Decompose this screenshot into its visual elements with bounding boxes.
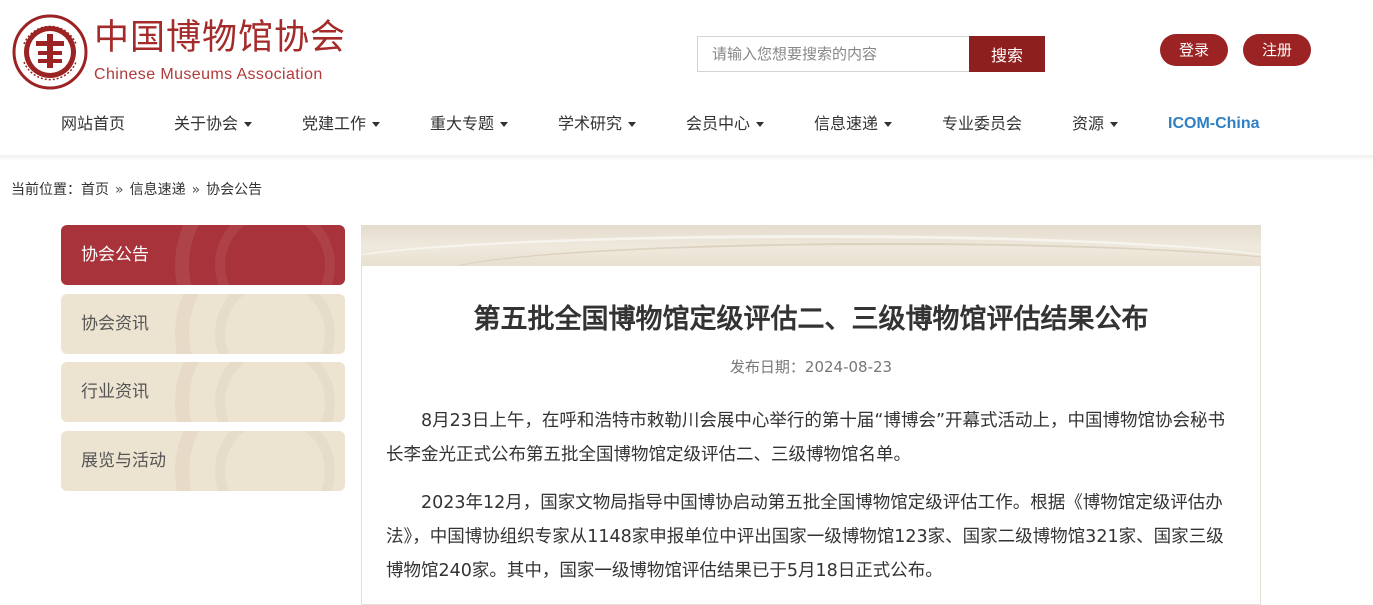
caret-down-icon — [884, 122, 893, 127]
search-input[interactable] — [697, 36, 969, 72]
nav-item-label: 专业委员会 — [942, 114, 1023, 133]
search-button[interactable]: 搜索 — [969, 36, 1045, 72]
nav-item-label: 会员中心 — [686, 114, 751, 133]
sidebar-item-association-news[interactable]: 协会资讯 — [61, 294, 345, 354]
decorative-pattern — [215, 225, 335, 285]
nav-item-home[interactable]: 网站首页 — [61, 104, 125, 144]
sidebar-item-label: 行业资讯 — [81, 382, 149, 402]
nav-item-committees[interactable]: 专业委员会 — [942, 104, 1022, 144]
decorative-pattern — [215, 294, 335, 354]
nav-item-label: 学术研究 — [558, 114, 623, 133]
nav-item-label: 资源 — [1072, 114, 1105, 133]
caret-down-icon — [756, 122, 765, 127]
nav-item-label: 网站首页 — [61, 114, 126, 133]
site-subtitle[interactable]: Chinese Museums Association — [94, 65, 323, 85]
nav-item-resources[interactable]: 资源 — [1072, 104, 1119, 144]
article-banner — [361, 225, 1261, 266]
breadcrumb: 当前位置：首页 » 信息速递 » 协会公告 — [11, 180, 262, 200]
breadcrumb-prefix: 当前位置： — [11, 182, 81, 198]
header-divider — [0, 155, 1373, 161]
nav-item-about[interactable]: 关于协会 — [174, 104, 253, 144]
article-paragraph: 8月23日上午，在呼和浩特市敕勒川会展中心举行的第十届“博博会”开幕式活动上，中… — [386, 411, 1226, 465]
nav-item-label: ICOM-China — [1168, 115, 1260, 132]
publish-date: 发布日期：2024-08-23 — [729, 358, 893, 376]
breadcrumb-separator: » — [115, 182, 124, 198]
nav-item-label: 党建工作 — [302, 114, 367, 133]
decorative-pattern — [215, 362, 335, 422]
sidebar-item-label: 协会公告 — [81, 245, 149, 265]
nav-item-news[interactable]: 信息速递 — [814, 104, 893, 144]
breadcrumb-news[interactable]: 信息速递 — [130, 182, 186, 198]
search-bar: 搜索 — [697, 36, 1045, 72]
caret-down-icon — [628, 122, 637, 127]
article-paragraph: 2023年12月，国家文物局指导中国博协启动第五批全国博物馆定级评估工作。根据《… — [386, 493, 1224, 581]
sidebar-item-label: 协会资讯 — [81, 314, 149, 334]
caret-down-icon — [1110, 122, 1119, 127]
sidebar-item-announcements[interactable]: 协会公告 — [61, 225, 345, 285]
nav-item-label: 重大专题 — [430, 114, 495, 133]
breadcrumb-separator: » — [191, 182, 201, 198]
museum-seal-logo-icon[interactable] — [12, 14, 88, 90]
sidebar-item-label: 展览与活动 — [81, 451, 166, 471]
nav-item-members[interactable]: 会员中心 — [686, 104, 765, 144]
sidebar-item-exhibitions[interactable]: 展览与活动 — [61, 431, 345, 491]
main-nav: 网站首页 关于协会 党建工作 重大专题 学术研究 会员中心 信息速递 专业委员会… — [0, 104, 1373, 146]
site-title[interactable]: 中国博物馆协会 — [94, 16, 346, 60]
nav-item-label: 信息速递 — [814, 114, 879, 133]
nav-item-label: 关于协会 — [174, 114, 239, 133]
sidebar-item-industry-news[interactable]: 行业资讯 — [61, 362, 345, 422]
caret-down-icon — [244, 122, 253, 127]
register-button[interactable]: 注册 — [1243, 34, 1311, 66]
decorative-pattern — [215, 431, 335, 491]
breadcrumb-home[interactable]: 首页 — [81, 182, 109, 198]
nav-item-icom-china[interactable]: ICOM-China — [1168, 104, 1260, 144]
breadcrumb-current[interactable]: 协会公告 — [206, 182, 262, 198]
caret-down-icon — [372, 122, 381, 127]
login-button[interactable]: 登录 — [1160, 34, 1228, 66]
article-title: 第五批全国博物馆定级评估二、三级博物馆评估结果公布 — [473, 304, 1149, 335]
nav-item-topics[interactable]: 重大专题 — [430, 104, 509, 144]
nav-item-research[interactable]: 学术研究 — [558, 104, 637, 144]
caret-down-icon — [500, 122, 509, 127]
nav-item-party[interactable]: 党建工作 — [302, 104, 381, 144]
